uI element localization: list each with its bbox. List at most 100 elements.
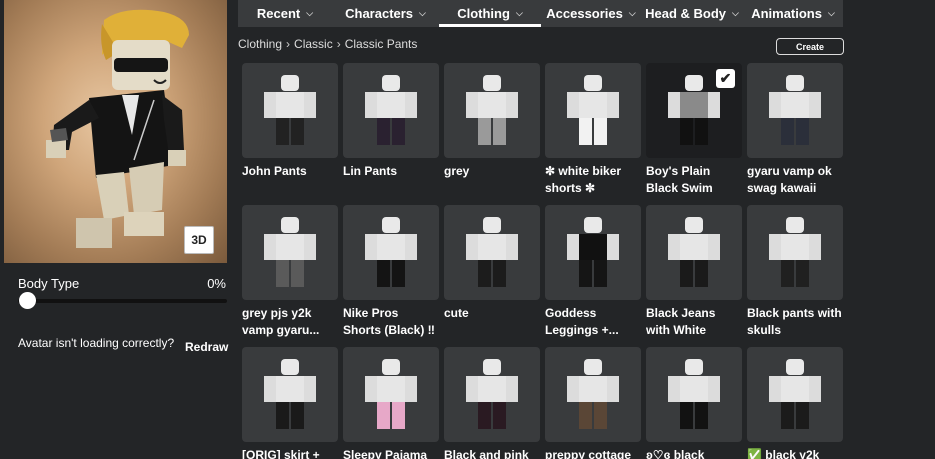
- item-thumbnail[interactable]: [646, 205, 742, 300]
- item-thumbnail[interactable]: [242, 63, 338, 158]
- item-card[interactable]: gyaru vamp ok swag kawaii sof...: [747, 63, 843, 197]
- mannequin-arm-r: [809, 376, 821, 402]
- tab-label: Characters: [345, 6, 414, 21]
- item-card[interactable]: preppy cottage: [545, 347, 641, 459]
- mannequin-torso: [478, 92, 506, 118]
- mannequin-leg: [377, 118, 390, 145]
- mannequin-preview: [365, 359, 417, 429]
- mannequin-legs: [781, 118, 809, 145]
- item-thumbnail[interactable]: [545, 347, 641, 442]
- item-name[interactable]: Lin Pants: [343, 163, 439, 180]
- mannequin-leg: [796, 402, 809, 429]
- mannequin-legs: [781, 402, 809, 429]
- item-thumbnail[interactable]: [545, 63, 641, 158]
- item-card[interactable]: Black pants with skulls: [747, 205, 843, 339]
- item-thumbnail[interactable]: [343, 347, 439, 442]
- tab-animations[interactable]: Animations ⌵: [743, 0, 843, 27]
- mannequin-arm-l: [264, 92, 276, 118]
- breadcrumb-item-clothing[interactable]: Clothing: [238, 37, 282, 51]
- item-name[interactable]: ✼ white biker shorts ✼: [545, 163, 641, 197]
- mannequin-leg: [680, 260, 693, 287]
- item-name[interactable]: Sleepy Pajama: [343, 447, 439, 459]
- tab-clothing[interactable]: Clothing ⌵: [439, 0, 541, 27]
- item-thumbnail[interactable]: [747, 63, 843, 158]
- item-thumbnail[interactable]: [747, 205, 843, 300]
- item-name[interactable]: grey pjs y2k vamp gyaru...: [242, 305, 338, 339]
- mannequin-head: [685, 359, 703, 375]
- item-name[interactable]: preppy cottage: [545, 447, 641, 459]
- mannequin-arm-l: [668, 376, 680, 402]
- item-card[interactable]: John Pants: [242, 63, 338, 180]
- tab-characters[interactable]: Characters ⌵: [332, 0, 439, 27]
- item-thumbnail[interactable]: [444, 205, 540, 300]
- mannequin-leg: [594, 260, 607, 287]
- item-name[interactable]: gyaru vamp ok swag kawaii sof...: [747, 163, 843, 197]
- view-3d-button[interactable]: 3D: [184, 226, 214, 254]
- item-name[interactable]: ʚ♡ɞ black: [646, 447, 742, 459]
- mannequin-leg: [291, 260, 304, 287]
- item-thumbnail[interactable]: [343, 63, 439, 158]
- item-name[interactable]: Black Jeans with White Shoes: [646, 305, 742, 339]
- mannequin-arm-l: [769, 234, 781, 260]
- item-name[interactable]: grey: [444, 163, 540, 180]
- item-name[interactable]: cute: [444, 305, 540, 322]
- redraw-button[interactable]: Redraw: [185, 340, 228, 354]
- item-name[interactable]: Boy's Plain Black Swim Shorts -...: [646, 163, 742, 197]
- body-type-slider-track[interactable]: [18, 299, 227, 303]
- item-thumbnail[interactable]: [444, 347, 540, 442]
- tab-accessories[interactable]: Accessories ⌵: [541, 0, 641, 27]
- item-card[interactable]: grey pjs y2k vamp gyaru...: [242, 205, 338, 339]
- item-name[interactable]: Goddess Leggings +...: [545, 305, 641, 339]
- mannequin-leg: [781, 118, 794, 145]
- item-thumbnail[interactable]: [444, 63, 540, 158]
- tab-label: Recent: [256, 6, 301, 21]
- mannequin-leg: [695, 402, 708, 429]
- item-card[interactable]: Lin Pants: [343, 63, 439, 180]
- item-card[interactable]: ✔ Boy's Plain Black Swim Shorts -...: [646, 63, 742, 197]
- item-name[interactable]: ✅ black y2k: [747, 447, 843, 459]
- item-card[interactable]: ✅ black y2k: [747, 347, 843, 459]
- item-card[interactable]: Sleepy Pajama: [343, 347, 439, 459]
- item-card[interactable]: Black Jeans with White Shoes: [646, 205, 742, 339]
- breadcrumb-item-classic[interactable]: Classic: [294, 37, 333, 51]
- mannequin-legs: [781, 260, 809, 287]
- mannequin-leg: [276, 118, 289, 145]
- item-thumbnail[interactable]: [646, 347, 742, 442]
- item-name[interactable]: Black and pink: [444, 447, 540, 459]
- item-thumbnail[interactable]: [343, 205, 439, 300]
- avatar-preview[interactable]: 3D: [4, 0, 227, 263]
- item-thumbnail[interactable]: [545, 205, 641, 300]
- mannequin-arm-r: [304, 376, 316, 402]
- item-name[interactable]: Nike Pros Shorts (Black) ‼ ☆ ° .: [343, 305, 439, 339]
- mannequin-legs: [276, 402, 304, 429]
- item-card[interactable]: grey: [444, 63, 540, 180]
- mannequin-leg: [377, 260, 390, 287]
- item-name[interactable]: Black pants with skulls: [747, 305, 843, 339]
- item-card[interactable]: Black and pink: [444, 347, 540, 459]
- mannequin-preview: [668, 75, 720, 145]
- item-name[interactable]: John Pants: [242, 163, 338, 180]
- item-thumbnail[interactable]: [242, 205, 338, 300]
- item-card[interactable]: [ORIG] skirt +: [242, 347, 338, 459]
- item-card[interactable]: Goddess Leggings +...: [545, 205, 641, 339]
- mannequin-arm-l: [769, 92, 781, 118]
- mannequin-legs: [377, 402, 405, 429]
- tab-head-body[interactable]: Head & Body ⌵: [641, 0, 743, 27]
- mannequin-legs: [579, 260, 607, 287]
- item-card[interactable]: ʚ♡ɞ black: [646, 347, 742, 459]
- mannequin-torso: [579, 92, 607, 118]
- item-card[interactable]: ✼ white biker shorts ✼: [545, 63, 641, 197]
- item-card[interactable]: cute: [444, 205, 540, 322]
- mannequin-leg: [781, 260, 794, 287]
- create-button[interactable]: Create: [776, 38, 844, 55]
- item-name[interactable]: [ORIG] skirt +: [242, 447, 338, 459]
- item-thumbnail[interactable]: [747, 347, 843, 442]
- mannequin-torso: [478, 234, 506, 260]
- tab-recent[interactable]: Recent ⌵: [238, 0, 332, 27]
- item-card[interactable]: Nike Pros Shorts (Black) ‼ ☆ ° .: [343, 205, 439, 339]
- body-type-slider-thumb[interactable]: [19, 292, 36, 309]
- item-thumbnail[interactable]: [242, 347, 338, 442]
- item-thumbnail[interactable]: ✔: [646, 63, 742, 158]
- chevron-down-icon: ⌵: [732, 8, 739, 18]
- mannequin-leg: [478, 260, 491, 287]
